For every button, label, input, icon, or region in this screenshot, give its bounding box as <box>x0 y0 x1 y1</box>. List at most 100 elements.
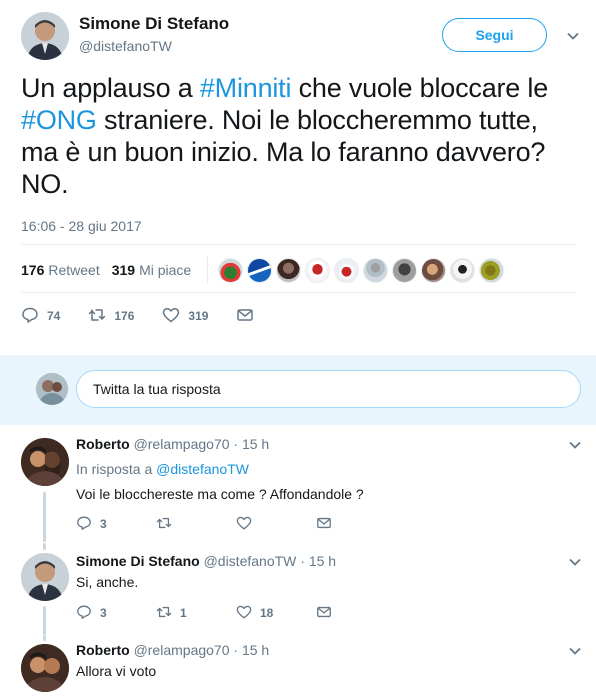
retweet-label: Retweet <box>48 262 100 278</box>
reply-tweet[interactable]: Roberto @relampago70 · 15 h In risposta … <box>0 425 596 543</box>
reply-author-avatar[interactable] <box>21 438 69 486</box>
reply-text: Si, anche. <box>76 574 139 590</box>
reply-composer: Twitta la tua risposta <box>0 355 596 425</box>
reply-time[interactable]: · 15 h <box>233 436 269 452</box>
mention-link[interactable]: @distefanoTW <box>156 461 249 477</box>
direct-message-button[interactable] <box>316 604 396 623</box>
user-avatar <box>36 373 68 405</box>
reply-text: Allora vi voto <box>76 663 157 679</box>
like-button[interactable]: 18 <box>236 604 316 623</box>
liker-avatar[interactable] <box>247 257 273 283</box>
reply-tweet[interactable]: Roberto @relampago70 · 15 h Allora vi vo… <box>0 635 596 696</box>
tweet-actions: 74 176 319 <box>21 302 282 330</box>
retweet-icon <box>156 515 172 534</box>
retweet-button[interactable]: 1 <box>156 604 236 623</box>
liker-avatar[interactable] <box>392 257 418 283</box>
heart-icon <box>162 306 180 327</box>
follow-button[interactable]: Segui <box>442 18 547 52</box>
thread-line <box>43 606 46 635</box>
reply-icon <box>76 604 92 623</box>
reply-header: Roberto @relampago70 · 15 h <box>76 436 269 452</box>
reply-author-name[interactable]: Simone Di Stefano <box>76 553 200 569</box>
like-count: 319 <box>188 309 209 323</box>
reply-icon <box>76 515 92 534</box>
reply-count: 3 <box>100 517 107 531</box>
reply-author-name[interactable]: Roberto <box>76 642 130 658</box>
reply-button[interactable]: 74 <box>21 306 60 327</box>
reply-author-avatar[interactable] <box>21 553 69 601</box>
tweet-timestamp[interactable]: 16:06 - 28 giu 2017 <box>21 218 142 234</box>
liker-avatar[interactable] <box>450 257 476 283</box>
retweet-button[interactable] <box>156 515 236 534</box>
author-handle[interactable]: @distefanoTW <box>79 38 172 54</box>
like-count: 319 <box>111 262 136 278</box>
tweet-text-part: Un applauso a <box>21 73 200 103</box>
tweet-text-part: straniere. Noi le bloccheremmo tutte, ma… <box>21 105 546 199</box>
tweet-text-part: che vuole bloccare le <box>291 73 549 103</box>
liker-avatar[interactable] <box>334 257 360 283</box>
like-count: 18 <box>260 606 274 620</box>
reply-input[interactable]: Twitta la tua risposta <box>76 370 581 408</box>
hashtag-link[interactable]: #Minniti <box>200 73 292 103</box>
heart-icon <box>236 515 252 534</box>
reply-button[interactable]: 3 <box>76 515 156 534</box>
direct-message-button[interactable] <box>236 306 254 327</box>
reply-count: 74 <box>47 309 61 323</box>
in-reply-prefix: In risposta a <box>76 461 157 477</box>
liker-avatar[interactable] <box>305 257 331 283</box>
liker-avatar[interactable] <box>276 257 302 283</box>
liker-avatar[interactable] <box>218 257 244 283</box>
chevron-down-icon[interactable] <box>568 555 582 569</box>
like-label: Mi piace <box>139 262 192 278</box>
heart-icon <box>236 604 252 623</box>
author-avatar[interactable] <box>21 12 69 60</box>
retweet-stat[interactable]: 176 Retweet <box>21 262 100 278</box>
liker-avatar[interactable] <box>479 257 505 283</box>
retweet-count: 1 <box>180 606 187 620</box>
reply-author-handle[interactable]: @relampago70 <box>134 642 230 658</box>
retweet-button[interactable]: 176 <box>88 306 134 327</box>
retweet-icon <box>156 604 172 623</box>
envelope-icon <box>236 306 254 327</box>
author-name[interactable]: Simone Di Stefano <box>79 14 229 34</box>
chevron-down-icon[interactable] <box>568 644 582 658</box>
tweet-text: Un applauso a #Minniti che vuole bloccar… <box>21 72 581 200</box>
chevron-down-icon[interactable] <box>566 29 580 43</box>
reply-author-handle[interactable]: @distefanoTW <box>204 553 297 569</box>
reply-text: Voi le blocchereste ma come ? Affondando… <box>76 486 364 502</box>
hashtag-link[interactable]: #ONG <box>21 105 97 135</box>
retweet-count: 176 <box>21 262 45 278</box>
tweet-stats: 176 Retweet 319 Mi piace <box>21 256 505 284</box>
reply-actions: 3 1 18 <box>76 603 396 623</box>
liker-avatar[interactable] <box>421 257 447 283</box>
reply-header: Roberto @relampago70 · 15 h <box>76 642 269 658</box>
reply-tweet[interactable]: Simone Di Stefano @distefanoTW · 15 h Si… <box>0 543 596 635</box>
reply-count: 3 <box>100 606 107 620</box>
reply-header: Simone Di Stefano @distefanoTW · 15 h <box>76 553 336 569</box>
reply-time[interactable]: · 15 h <box>233 642 269 658</box>
reply-author-avatar[interactable] <box>21 644 69 692</box>
divider <box>21 292 576 293</box>
envelope-icon <box>316 604 332 623</box>
thread-line <box>43 492 46 542</box>
in-reply-to: In risposta a @distefanoTW <box>76 461 249 477</box>
thread-line <box>43 635 46 641</box>
reply-author-handle[interactable]: @relampago70 <box>134 436 230 452</box>
direct-message-button[interactable] <box>316 515 396 534</box>
envelope-icon <box>316 515 332 534</box>
divider <box>21 244 576 245</box>
reply-author-name[interactable]: Roberto <box>76 436 130 452</box>
liker-avatar[interactable] <box>363 257 389 283</box>
divider <box>207 256 209 284</box>
reply-button[interactable]: 3 <box>76 604 156 623</box>
like-button[interactable]: 319 <box>162 306 208 327</box>
like-button[interactable] <box>236 515 316 534</box>
reply-icon <box>21 306 39 327</box>
reply-time[interactable]: · 15 h <box>300 553 336 569</box>
main-tweet: Simone Di Stefano @distefanoTW Segui Un … <box>0 0 596 355</box>
liker-avatars <box>218 257 505 283</box>
like-stat[interactable]: 319 Mi piace <box>112 262 192 278</box>
retweet-count: 176 <box>114 309 135 323</box>
chevron-down-icon[interactable] <box>568 438 582 452</box>
retweet-icon <box>88 306 106 327</box>
